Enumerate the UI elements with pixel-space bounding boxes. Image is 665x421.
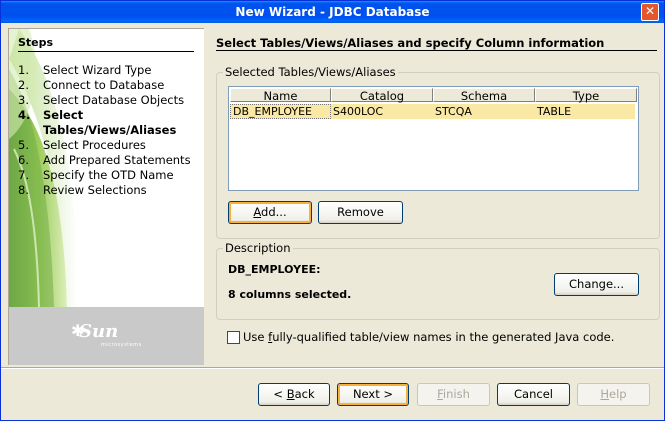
title-bar[interactable]: New Wizard - JDBC Database ✕	[1, 1, 664, 23]
cell-type[interactable]: TABLE	[535, 104, 637, 119]
description-columns-selected: 8 columns selected.	[228, 288, 352, 301]
step-number: 7.	[18, 168, 29, 182]
step-item: 4. Select Tables/Views/Aliases	[18, 108, 200, 138]
step-number: 4.	[18, 108, 31, 122]
cell-name[interactable]: DB_EMPLOYEE	[230, 104, 331, 119]
add-button-label-post: dd...	[261, 205, 287, 219]
step-label: Select Procedures	[43, 138, 146, 152]
step-label: Review Selections	[43, 183, 147, 197]
back-mnemonic: B	[286, 387, 295, 401]
help-button[interactable]: Help	[577, 383, 650, 406]
step-label: Select Database Objects	[43, 93, 185, 107]
table-row[interactable]: DB_EMPLOYEE S400LOC STCQA TABLE	[230, 104, 635, 119]
step-number: 1.	[18, 63, 29, 77]
add-button[interactable]: Add...	[228, 201, 312, 224]
fully-qualified-checkbox[interactable]	[227, 331, 240, 344]
window-title: New Wizard - JDBC Database	[235, 5, 430, 19]
back-label-post: ack	[294, 387, 315, 401]
step-label: Connect to Database	[43, 78, 165, 92]
step-label: Specify the OTD Name	[43, 168, 174, 182]
close-icon[interactable]: ✕	[641, 3, 659, 21]
column-header-type[interactable]: Type	[535, 88, 637, 103]
step-number: 8.	[18, 183, 29, 197]
step-number: 6.	[18, 153, 29, 167]
step-label: Add Prepared Statements	[43, 153, 191, 167]
column-header-catalog[interactable]: Catalog	[331, 88, 433, 103]
steps-panel: Steps 1. Select Wizard Type 2. Connect to D…	[8, 28, 204, 365]
step-item: 8. Review Selections	[18, 183, 200, 198]
next-button[interactable]: Next >	[337, 383, 409, 406]
finish-button[interactable]: Finish	[417, 383, 490, 406]
add-button-mnemonic: A	[253, 205, 262, 219]
step-label: Select Tables/Views/Aliases	[43, 108, 177, 137]
sun-logo: Sun	[79, 321, 119, 342]
step-item: 5. Select Procedures	[18, 138, 200, 153]
step-item: 2. Connect to Database	[18, 78, 200, 93]
description-table-name: DB_EMPLOYEE:	[228, 263, 321, 276]
cell-catalog[interactable]: S400LOC	[331, 104, 433, 119]
steps-divider	[18, 51, 194, 52]
step-number: 2.	[18, 78, 29, 92]
description-legend: Description	[223, 241, 293, 255]
selected-tables-legend: Selected Tables/Views/Aliases	[223, 65, 398, 79]
step-item: 1. Select Wizard Type	[18, 63, 200, 78]
page-title: Select Tables/Views/Aliases and specify …	[216, 36, 605, 50]
remove-button[interactable]: Remove	[318, 201, 403, 224]
cell-schema[interactable]: STCQA	[433, 104, 535, 119]
cancel-button[interactable]: Cancel	[497, 383, 570, 406]
checkbox-label-pre: Use	[243, 330, 269, 344]
finish-label-post: inish	[442, 387, 470, 401]
back-label-pre: <	[273, 387, 287, 401]
change-button[interactable]: Change...	[554, 273, 639, 296]
step-number: 5.	[18, 138, 29, 152]
sun-logo-sub: microsystems	[101, 342, 142, 348]
footer-separator	[1, 367, 664, 369]
steps-footer: ✱ Sun microsystems	[9, 307, 204, 365]
tables-table[interactable]: Name Catalog Schema Type DB_EMPLOYEE S40…	[228, 86, 639, 191]
back-button[interactable]: < Back	[258, 383, 330, 406]
title-divider	[216, 50, 657, 51]
step-number: 3.	[18, 93, 29, 107]
steps-list: 1. Select Wizard Type 2. Connect to Databas…	[18, 63, 200, 198]
step-label: Select Wizard Type	[43, 63, 152, 77]
step-item: 7. Specify the OTD Name	[18, 168, 200, 183]
column-header-name[interactable]: Name	[230, 88, 331, 103]
checkbox-label-post: ully-qualified table/view names in the g…	[272, 330, 615, 344]
column-header-schema[interactable]: Schema	[433, 88, 535, 103]
wizard-window: New Wizard - JDBC Database ✕ Steps 1. Se…	[0, 0, 665, 421]
table-header: Name Catalog Schema Type	[230, 88, 637, 103]
fully-qualified-label[interactable]: Use fully-qualified table/view names in …	[243, 330, 614, 344]
steps-title: Steps	[18, 36, 54, 49]
step-item: 6. Add Prepared Statements	[18, 153, 200, 168]
help-label-post: elp	[609, 387, 627, 401]
step-item: 3. Select Database Objects	[18, 93, 200, 108]
help-mnemonic: H	[600, 387, 610, 401]
